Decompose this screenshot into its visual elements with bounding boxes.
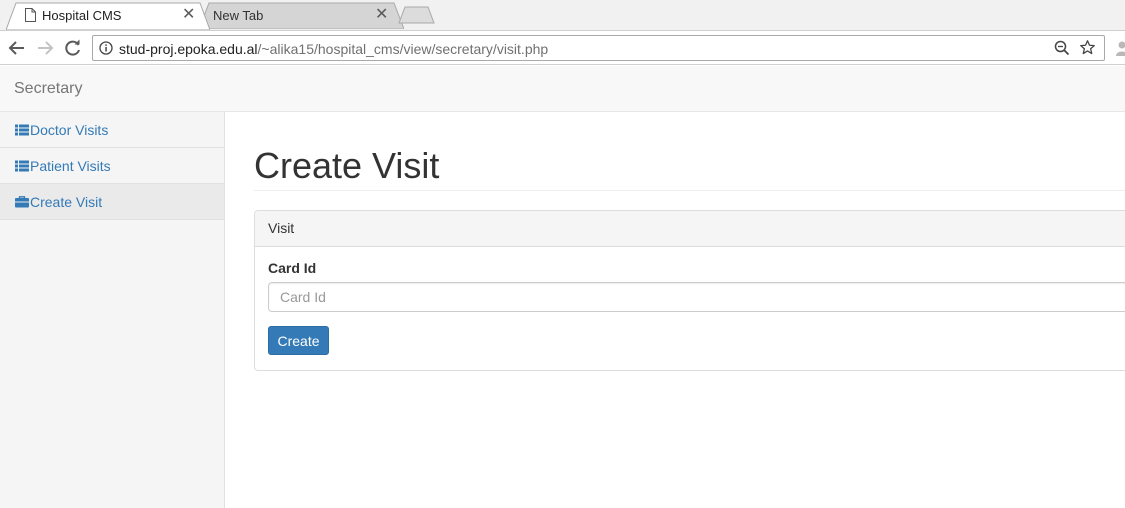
close-icon[interactable]: ✕ — [182, 7, 195, 23]
sidebar-item-patient-visits[interactable]: Patient Visits — [0, 148, 224, 184]
create-button[interactable]: Create — [268, 326, 329, 355]
card-id-label: Card Id — [268, 260, 317, 276]
url-path: /~alika15/hospital_cms/view/secretary/vi… — [257, 41, 549, 57]
close-icon[interactable]: ✕ — [375, 7, 388, 23]
page-title: Create Visit — [254, 145, 440, 186]
url-text: stud-proj.epoka.edu.al/~alika15/hospital… — [119, 41, 548, 57]
list-icon — [15, 160, 29, 171]
extension-icon[interactable] — [1113, 39, 1125, 57]
back-arrow-icon[interactable] — [6, 37, 28, 59]
sidebar-item-label: Create Visit — [30, 193, 103, 210]
top-navbar: Secretary — [0, 66, 1125, 112]
browser-tab-new-tab[interactable]: New Tab ✕ — [199, 2, 404, 29]
tab-title: Hospital CMS — [42, 8, 122, 23]
bookmark-star-icon[interactable] — [1079, 39, 1096, 56]
divider — [254, 190, 1125, 191]
forward-arrow-icon[interactable] — [34, 37, 56, 59]
browser-toolbar: stud-proj.epoka.edu.al/~alika15/hospital… — [0, 30, 1125, 65]
navbar-brand[interactable]: Secretary — [14, 80, 82, 98]
briefcase-icon — [15, 195, 29, 207]
page-icon — [25, 8, 36, 22]
sidebar: Doctor Visits Patient Visits Create Visi… — [0, 112, 225, 508]
new-tab-button[interactable] — [398, 6, 436, 24]
tab-title: New Tab — [213, 8, 264, 23]
sidebar-item-label: Patient Visits — [30, 157, 111, 174]
browser-tab-active[interactable]: Hospital CMS ✕ — [6, 2, 210, 30]
address-bar[interactable]: stud-proj.epoka.edu.al/~alika15/hospital… — [92, 35, 1105, 61]
info-icon[interactable] — [99, 41, 113, 55]
visit-panel: Visit Card Id Create — [254, 210, 1125, 371]
list-icon — [15, 124, 29, 135]
panel-heading: Visit — [255, 211, 1125, 247]
zoom-icon[interactable] — [1054, 40, 1070, 56]
sidebar-item-doctor-visits[interactable]: Doctor Visits — [0, 112, 224, 148]
reload-icon[interactable] — [62, 37, 84, 59]
sidebar-item-create-visit[interactable]: Create Visit — [0, 184, 224, 220]
card-id-input[interactable] — [268, 282, 1125, 312]
sidebar-item-label: Doctor Visits — [30, 121, 109, 138]
url-host: stud-proj.epoka.edu.al — [119, 41, 258, 57]
browser-tabstrip: New Tab ✕ Hospital CMS ✕ — [0, 0, 1125, 30]
